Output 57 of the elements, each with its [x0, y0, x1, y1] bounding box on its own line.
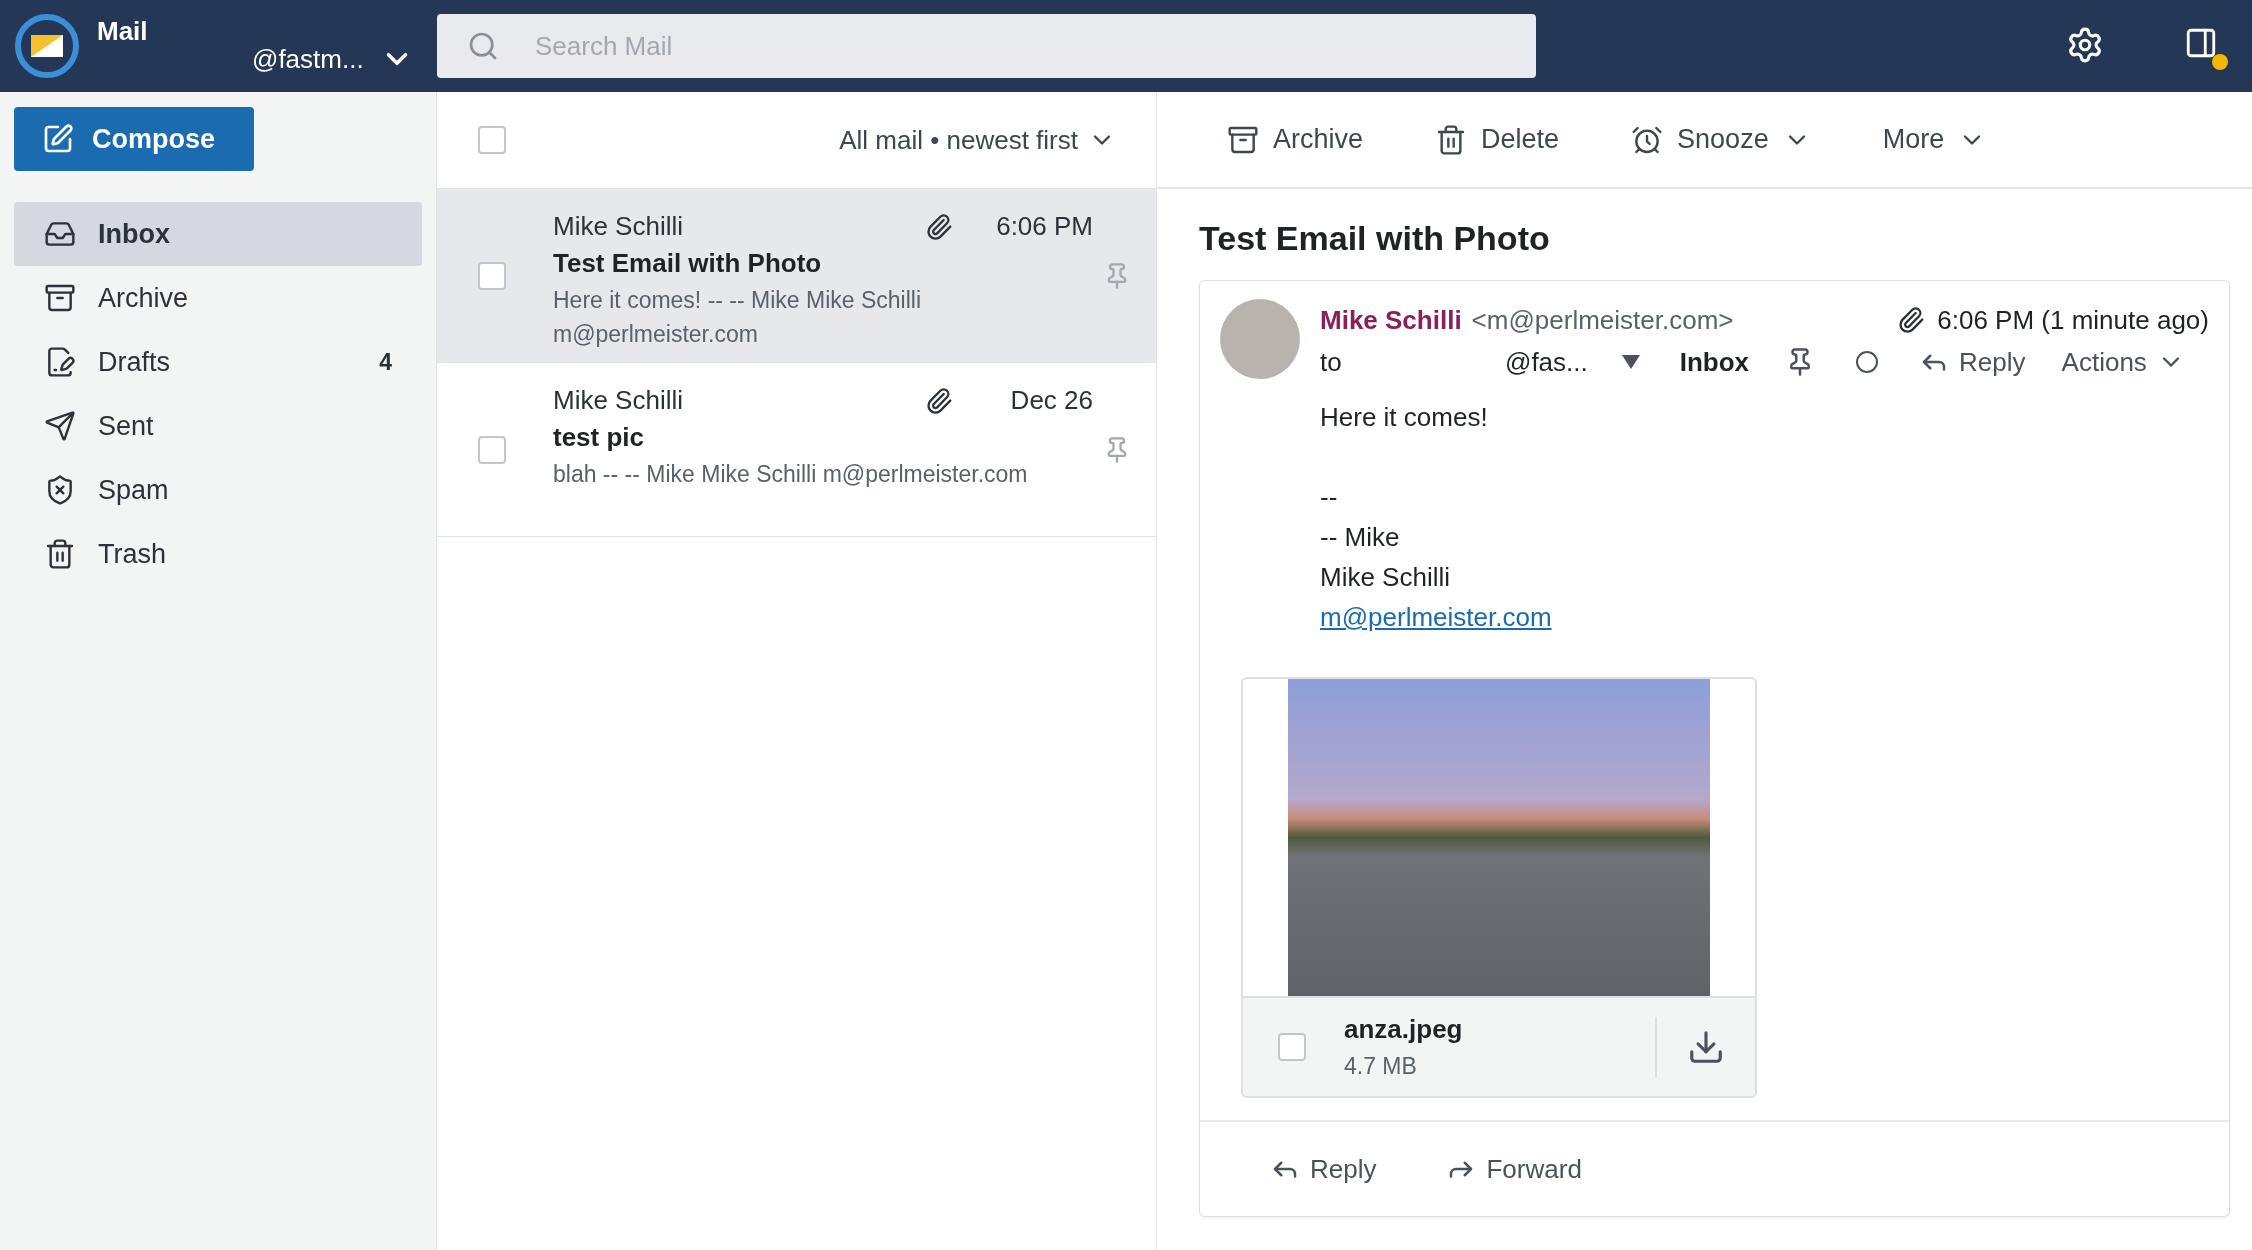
file-name: anza.jpeg: [1344, 1014, 1463, 1045]
archive-icon: [44, 282, 76, 314]
toolbar-button[interactable]: Delete: [1435, 123, 1560, 156]
logo-icon: [14, 13, 80, 79]
file-size: 4.7 MB: [1344, 1053, 1417, 1080]
download-icon: [1687, 1028, 1725, 1066]
folder-label: Inbox: [1679, 346, 1750, 378]
message-row[interactable]: Mike Schilli 6:06 PM Test Email with Photo Here it comes! -- -- Mike Mike Schilli m@perlmeister.com: [437, 189, 1156, 363]
select-all-checkbox[interactable]: [478, 126, 506, 154]
signature-line: -- Mike: [1320, 521, 1400, 554]
folder-item[interactable]: Archive: [14, 266, 422, 330]
message-sender: Mike Schilli: [553, 385, 684, 416]
folder-item[interactable]: Sent: [14, 394, 422, 458]
account-switcher[interactable]: @fastm...: [252, 42, 414, 76]
pencil-icon: [42, 123, 74, 155]
folder-item[interactable]: Drafts 4: [14, 330, 422, 394]
message-subject: test pic: [553, 422, 645, 453]
message-checkbox[interactable]: [478, 261, 506, 290]
body-text: Here it comes!: [1320, 401, 1488, 434]
message-time: 6:06 PM (1 minute ago): [1937, 304, 2209, 336]
sender-name: Mike Schilli: [1320, 304, 1462, 336]
paperclip-icon: [1897, 306, 1926, 334]
toolbar-button[interactable]: Archive: [1227, 123, 1364, 156]
message-subject: Test Email with Photo: [553, 248, 822, 279]
toolbar-button[interactable]: More: [1882, 124, 1987, 155]
toolbar-button[interactable]: Snooze: [1631, 123, 1811, 156]
email-link[interactable]: m@perlmeister.com: [1320, 597, 1552, 637]
sort-dropdown[interactable]: All mail • newest first: [839, 124, 1116, 156]
sent-icon: [44, 410, 76, 442]
folder-count: 4: [379, 348, 392, 376]
to-label: to: [1320, 346, 1343, 378]
caret-icon[interactable]: [1621, 355, 1640, 369]
message-time: Dec 26: [1009, 385, 1093, 416]
compose-button[interactable]: Compose: [14, 107, 254, 171]
folder-item[interactable]: Spam: [14, 458, 422, 522]
search-field[interactable]: Search Mail: [437, 14, 1536, 78]
signature-line: Mike Schilli: [1320, 561, 1451, 594]
message-preview: Here it comes! -- -- Mike Mike Schilli m@perlmeister.com: [553, 286, 923, 349]
search-icon: [467, 30, 499, 62]
recipient: @fas...: [1505, 346, 1588, 378]
folder-item[interactable]: Inbox: [14, 202, 422, 266]
reply-button[interactable]: Reply: [1919, 346, 2026, 378]
trash-icon: [44, 538, 76, 570]
actions-dropdown[interactable]: Actions: [2061, 346, 2185, 378]
circle-icon[interactable]: [1855, 350, 1880, 374]
email-subject: Test Email with Photo: [1199, 219, 1550, 258]
sender-email: <m@perlmeister.com>: [1471, 304, 1734, 336]
message-checkbox[interactable]: [478, 435, 506, 464]
attachment-checkbox[interactable]: [1278, 1033, 1306, 1061]
app-name: Mail: [97, 15, 148, 47]
reply-button[interactable]: Reply: [1270, 1153, 1377, 1185]
message-preview: blah -- -- Mike Mike Schilli m@perlmeister.com: [553, 460, 1028, 489]
folder-item[interactable]: Trash: [14, 522, 422, 586]
signature-line: --: [1320, 481, 1338, 514]
forward-button[interactable]: Forward: [1446, 1153, 1582, 1185]
message-time: 6:06 PM: [995, 211, 1093, 242]
message-sender: Mike Schilli: [553, 211, 684, 242]
